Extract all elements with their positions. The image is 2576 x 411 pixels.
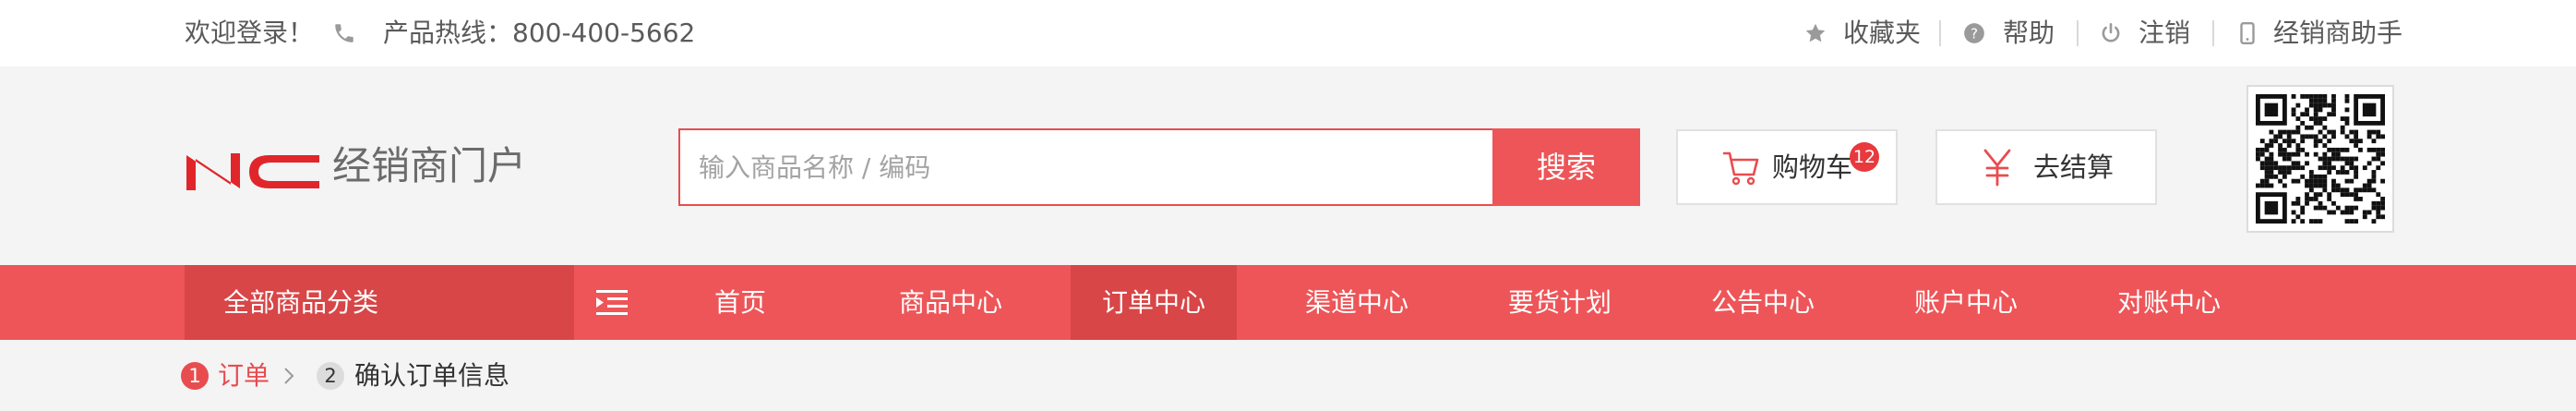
search-button[interactable]: 搜索 xyxy=(1492,128,1640,206)
step-label-confirm: 确认订单信息 xyxy=(354,360,510,391)
nav-reconciliation[interactable]: 对账中心 xyxy=(2086,265,2252,340)
all-categories-button[interactable]: 全部商品分类 xyxy=(185,265,574,340)
category-menu-toggle[interactable] xyxy=(574,265,648,340)
svg-text:?: ? xyxy=(1971,25,1978,42)
nav-purchase-plan[interactable]: 要货计划 xyxy=(1477,265,1643,340)
search-bar: 搜索 xyxy=(678,128,1640,206)
favorites-link[interactable]: 收藏夹 xyxy=(1843,0,1921,66)
cart-count-badge: 12 xyxy=(1850,142,1879,172)
all-categories-label: 全部商品分类 xyxy=(223,287,379,318)
step-number-1: 1 xyxy=(181,362,209,390)
help-icon: ? xyxy=(1964,23,1984,43)
nav-announcements[interactable]: 公告中心 xyxy=(1680,265,1846,340)
header: NC 经销商门户 搜索 购物车 12 去结算 xyxy=(0,66,2576,265)
dealer-assistant-link[interactable]: 经销商助手 xyxy=(2273,0,2402,66)
nav-home[interactable]: 首页 xyxy=(676,265,805,340)
order-steps: 1 订单 2 确认订单信息 xyxy=(0,340,2576,411)
qr-code-image xyxy=(2256,94,2385,224)
nav-channels[interactable]: 渠道中心 xyxy=(1274,265,1440,340)
yen-icon xyxy=(1983,149,2011,187)
star-icon xyxy=(1805,23,1826,42)
phone-icon xyxy=(335,24,353,42)
svg-text:NC: NC xyxy=(185,144,186,145)
power-icon xyxy=(2102,22,2120,42)
logout-link[interactable]: 注销 xyxy=(2139,0,2190,66)
checkout-button[interactable]: 去结算 xyxy=(1935,129,2157,205)
divider xyxy=(2077,20,2079,46)
qr-code xyxy=(2247,85,2394,233)
cart-icon xyxy=(1722,151,1759,186)
hotline-text: 产品热线：800-400-5662 xyxy=(383,18,696,48)
logo-text: 经销商门户 xyxy=(332,143,527,188)
step-number-2: 2 xyxy=(317,362,344,390)
cart-button[interactable]: 购物车 12 xyxy=(1676,129,1898,205)
top-bar: 欢迎登录！ 产品热线：800-400-5662 收藏夹 ? 帮助 注销 经销商助… xyxy=(0,0,2576,66)
divider xyxy=(2212,20,2214,46)
checkout-label: 去结算 xyxy=(2033,151,2115,183)
cart-label: 购物车 xyxy=(1772,151,1853,183)
mobile-icon xyxy=(2240,21,2255,45)
indent-menu-icon xyxy=(596,290,628,315)
welcome-text: 欢迎登录！ xyxy=(185,18,315,48)
search-input[interactable] xyxy=(680,130,1492,204)
chevron-right-icon xyxy=(284,368,294,384)
divider xyxy=(1939,20,1941,46)
main-nav: 全部商品分类 首页 商品中心 订单中心 渠道中心 要货计划 公告中心 账户中心 … xyxy=(0,265,2576,340)
nav-products[interactable]: 商品中心 xyxy=(868,265,1034,340)
step-label-order[interactable]: 订单 xyxy=(218,340,270,411)
nav-orders[interactable]: 订单中心 xyxy=(1071,265,1237,340)
help-link[interactable]: 帮助 xyxy=(2003,0,2055,66)
nav-accounts[interactable]: 账户中心 xyxy=(1883,265,2049,340)
